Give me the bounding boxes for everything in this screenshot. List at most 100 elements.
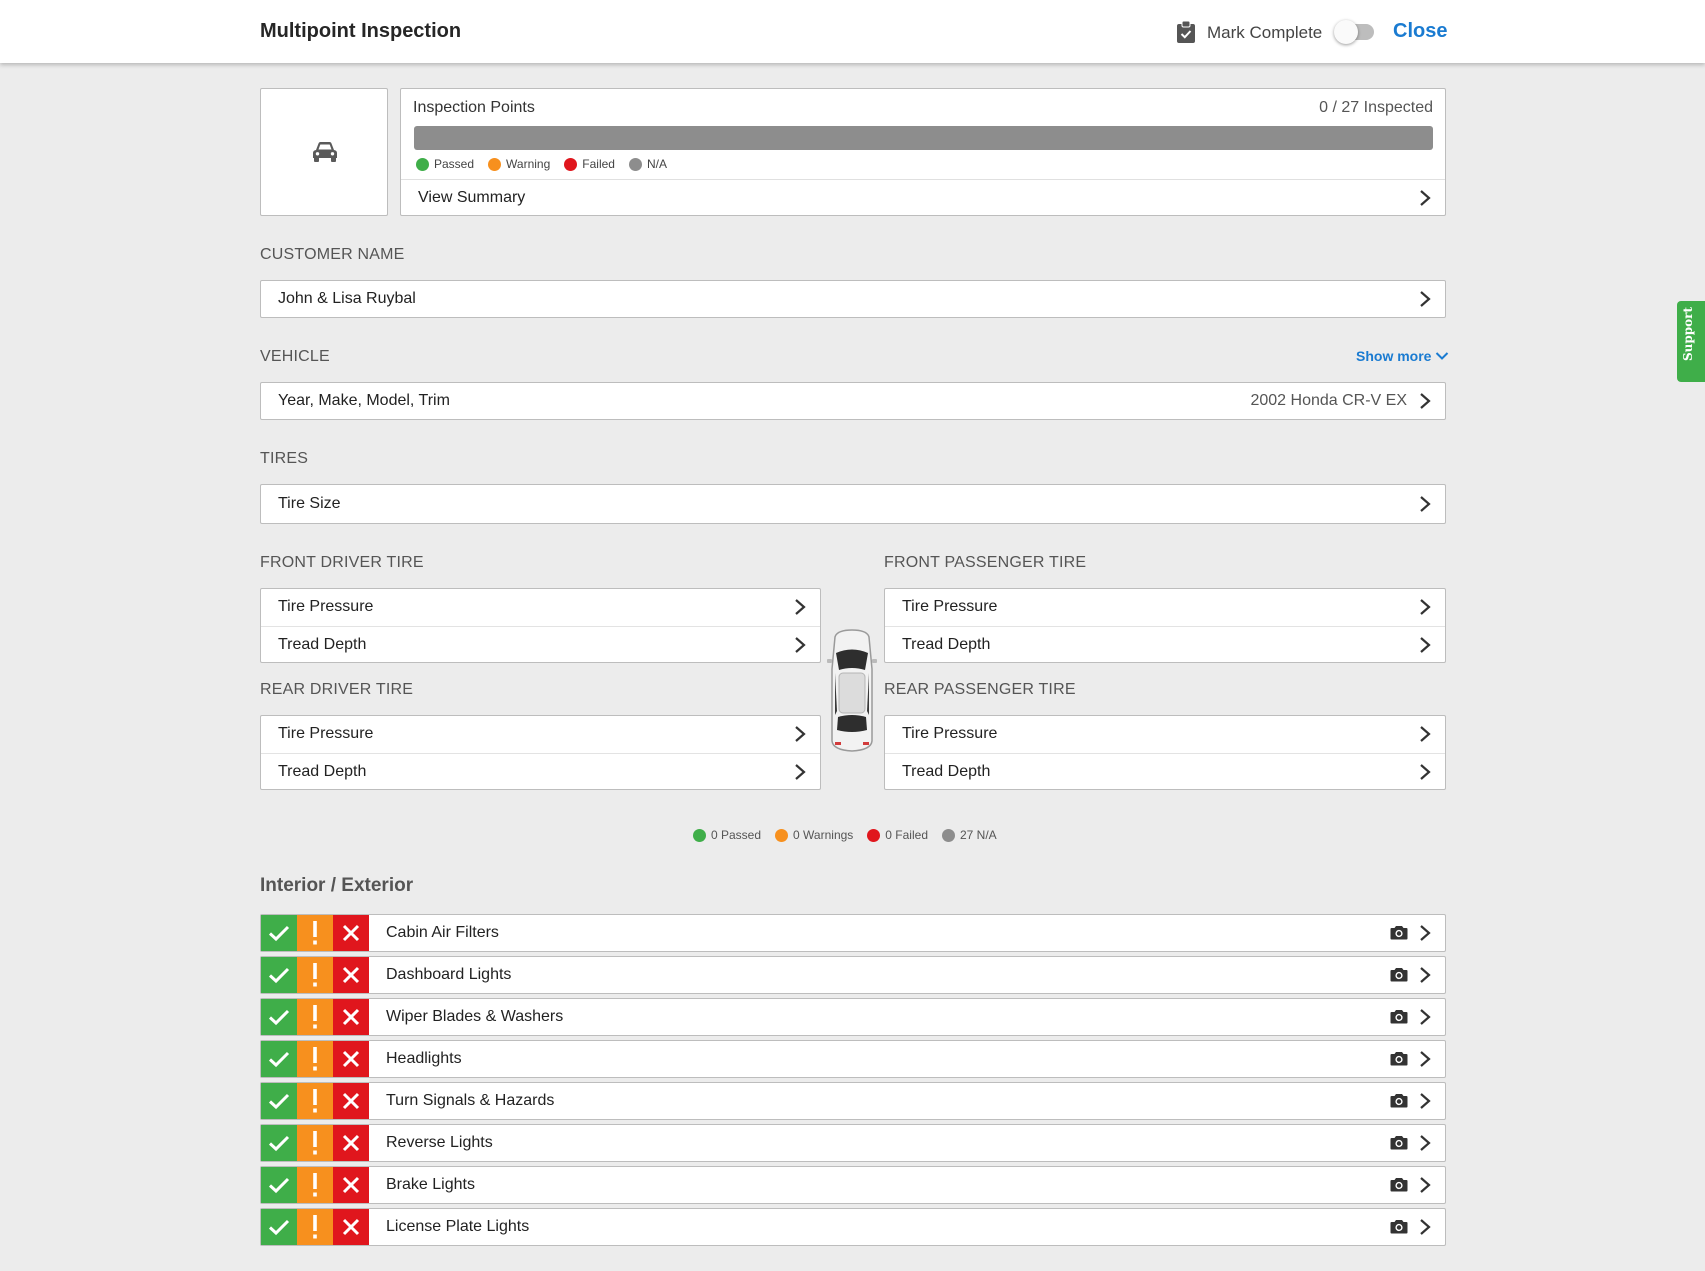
rear-passenger-tire-label: REAR PASSENGER TIRE [884,681,1076,698]
inspection-item-row[interactable]: Turn Signals & Hazards [260,1082,1446,1120]
inspection-item-row[interactable]: Reverse Lights [260,1124,1446,1162]
inspection-item-row[interactable]: Dashboard Lights [260,956,1446,994]
view-summary-row[interactable]: View Summary [401,179,1445,216]
warning-button[interactable] [297,1083,333,1119]
vehicle-field-label: Year, Make, Model, Trim [278,392,450,409]
rear-passenger-tread-depth-row[interactable]: Tread Depth [885,753,1445,789]
fail-button[interactable] [333,1167,369,1203]
inspection-item-label: Turn Signals & Hazards [386,1092,555,1109]
front-driver-tread-depth-row[interactable]: Tread Depth [261,626,820,662]
pass-button[interactable] [261,1167,297,1203]
pass-button[interactable] [261,999,297,1035]
warning-button[interactable] [297,915,333,951]
pass-button[interactable] [261,915,297,951]
failed-dot [867,828,881,842]
fail-button[interactable] [333,1041,369,1077]
warning-button[interactable] [297,1041,333,1077]
status-buttons [261,1167,369,1203]
warning-button[interactable] [297,999,333,1035]
fail-button[interactable] [333,1209,369,1245]
status-buttons [261,1209,369,1245]
fail-button[interactable] [333,1125,369,1161]
front-passenger-tire-pressure-row[interactable]: Tire Pressure [885,589,1445,625]
pass-button[interactable] [261,1125,297,1161]
fail-button[interactable] [333,957,369,993]
close-button[interactable]: Close [1393,20,1447,43]
camera-icon[interactable] [1390,1093,1408,1108]
inspection-item-row[interactable]: Brake Lights [260,1166,1446,1204]
summary-warnings-label: 0 Warnings [793,828,854,842]
toggle-knob [1334,20,1358,44]
support-tab[interactable]: Support [1677,301,1705,382]
front-driver-tire-pressure-row[interactable]: Tire Pressure [261,589,820,625]
check-icon [268,1176,290,1194]
rear-driver-tire-pressure-row[interactable]: Tire Pressure [261,716,820,752]
tread-depth-label: Tread Depth [278,763,367,780]
camera-icon[interactable] [1390,1177,1408,1192]
check-icon [268,1008,290,1026]
tire-pressure-label: Tire Pressure [902,598,998,615]
inspection-item-label: License Plate Lights [386,1218,530,1235]
chevron-right-icon [1417,392,1433,410]
inspection-item-row[interactable]: Cabin Air Filters [260,914,1446,952]
passed-dot [416,157,429,171]
camera-icon[interactable] [1390,1009,1408,1024]
chevron-right-icon [1417,290,1433,308]
mark-complete-toggle[interactable] [1334,20,1374,44]
camera-icon[interactable] [1390,1135,1408,1150]
car-icon [313,142,337,162]
warning-button[interactable] [297,1209,333,1245]
chevron-right-icon [1417,636,1433,654]
exclamation-icon [311,1214,319,1240]
na-dot [628,157,642,171]
x-icon [342,1176,360,1194]
chevron-right-icon [1417,924,1433,942]
fail-button[interactable] [333,999,369,1035]
camera-icon[interactable] [1390,1219,1408,1234]
customer-name-value: John & Lisa Ruybal [278,290,416,307]
status-buttons [261,1083,369,1119]
summary-failed: 0 Failed [867,828,928,842]
front-passenger-tread-depth-row[interactable]: Tread Depth [885,626,1445,662]
inspection-item-row[interactable]: Wiper Blades & Washers [260,998,1446,1036]
pass-button[interactable] [261,1083,297,1119]
check-icon [268,1092,290,1110]
customer-name-row[interactable]: John & Lisa Ruybal [260,280,1446,318]
warning-button[interactable] [297,1125,333,1161]
chevron-right-icon [792,636,808,654]
tread-depth-label: Tread Depth [902,636,991,653]
rear-driver-tread-depth-row[interactable]: Tread Depth [261,753,820,789]
summary-passed-label: 0 Passed [711,828,762,842]
pass-button[interactable] [261,1041,297,1077]
inspection-legend: Passed Warning Failed N/A [416,157,667,171]
chevron-right-icon [792,763,808,781]
warning-button[interactable] [297,1167,333,1203]
inspection-item-row[interactable]: License Plate Lights [260,1208,1446,1246]
chevron-right-icon [1417,1092,1433,1110]
camera-icon[interactable] [1390,1051,1408,1066]
inspection-progress-bar [414,126,1433,150]
summary-failed-label: 0 Failed [885,828,928,842]
view-summary-label: View Summary [418,189,526,206]
rear-passenger-tire-pressure-row[interactable]: Tire Pressure [885,716,1445,752]
pass-button[interactable] [261,957,297,993]
exclamation-icon [311,1046,319,1072]
check-icon [268,966,290,984]
inspection-item-row[interactable]: Headlights [260,1040,1446,1078]
fail-button[interactable] [333,1083,369,1119]
camera-icon[interactable] [1390,967,1408,982]
camera-icon[interactable] [1390,925,1408,940]
legend-warning: Warning [488,157,550,171]
chevron-right-icon [1417,763,1433,781]
x-icon [342,1134,360,1152]
vehicle-label: VEHICLE [260,348,330,365]
legend-label: Warning [506,157,551,171]
fail-button[interactable] [333,915,369,951]
pass-button[interactable] [261,1209,297,1245]
vehicle-row[interactable]: Year, Make, Model, Trim 2002 Honda CR-V … [260,382,1446,420]
warning-button[interactable] [297,957,333,993]
show-more-link[interactable]: Show more [1356,348,1449,364]
tire-size-row[interactable]: Tire Size [260,484,1446,524]
chevron-right-icon [1417,1218,1433,1236]
legend-passed: Passed [416,157,474,171]
